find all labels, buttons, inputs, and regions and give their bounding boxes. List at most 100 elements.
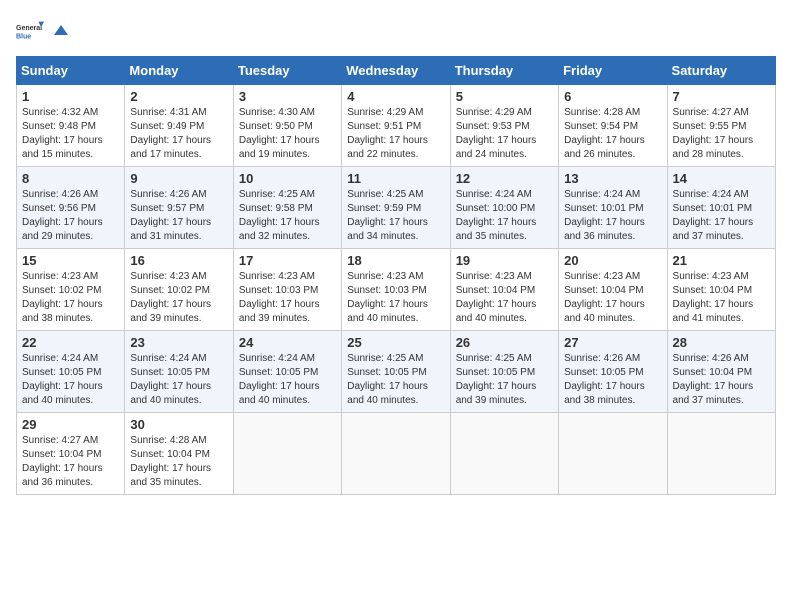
day-info: Sunrise: 4:30 AMSunset: 9:50 PMDaylight:… (239, 106, 336, 162)
day-number: 5 (456, 89, 553, 104)
day-info: Sunrise: 4:25 AMSunset: 9:59 PMDaylight:… (347, 188, 444, 244)
day-info: Sunrise: 4:28 AMSunset: 10:04 PMDaylight… (130, 434, 227, 490)
calendar-day-cell: 22Sunrise: 4:24 AMSunset: 10:05 PMDaylig… (17, 331, 125, 413)
day-info: Sunrise: 4:24 AMSunset: 10:00 PMDaylight… (456, 188, 553, 244)
day-info: Sunrise: 4:31 AMSunset: 9:49 PMDaylight:… (130, 106, 227, 162)
day-info: Sunrise: 4:25 AMSunset: 10:05 PMDaylight… (456, 352, 553, 408)
calendar-header-thursday: Thursday (450, 57, 558, 85)
day-info: Sunrise: 4:28 AMSunset: 9:54 PMDaylight:… (564, 106, 661, 162)
day-number: 20 (564, 253, 661, 268)
day-info: Sunrise: 4:23 AMSunset: 10:04 PMDaylight… (673, 270, 770, 326)
day-info: Sunrise: 4:29 AMSunset: 9:51 PMDaylight:… (347, 106, 444, 162)
logo: General Blue (16, 16, 68, 44)
day-number: 18 (347, 253, 444, 268)
svg-text:General: General (16, 25, 42, 32)
calendar-day-cell: 29 Sunrise: 4:27 AMSunset: 10:04 PMDaylig… (17, 413, 125, 495)
empty-cell (233, 413, 341, 495)
day-info: Sunrise: 4:23 AMSunset: 10:02 PMDaylight… (130, 270, 227, 326)
calendar-day-cell: 26 Sunrise: 4:25 AMSunset: 10:05 PMDaylig… (450, 331, 558, 413)
day-number: 13 (564, 171, 661, 186)
day-number: 26 (456, 335, 553, 350)
calendar-day-cell: 28Sunrise: 4:26 AMSunset: 10:04 PMDaylig… (667, 331, 775, 413)
calendar-week-row: 1Sunrise: 4:32 AMSunset: 9:48 PMDaylight… (17, 85, 776, 167)
day-info: Sunrise: 4:25 AMSunset: 9:58 PMDaylight:… (239, 188, 336, 244)
day-number: 17 (239, 253, 336, 268)
day-number: 2 (130, 89, 227, 104)
day-number: 30 (130, 417, 227, 432)
calendar-header-monday: Monday (125, 57, 233, 85)
calendar-day-cell: 18 Sunrise: 4:23 AMSunset: 10:03 PMDaylig… (342, 249, 450, 331)
day-number: 1 (22, 89, 119, 104)
logo-triangle-icon (50, 21, 68, 39)
empty-cell (559, 413, 667, 495)
calendar-day-cell: 27Sunrise: 4:26 AMSunset: 10:05 PMDaylig… (559, 331, 667, 413)
day-number: 8 (22, 171, 119, 186)
day-info: Sunrise: 4:26 AMSunset: 9:56 PMDaylight:… (22, 188, 119, 244)
day-info: Sunrise: 4:29 AMSunset: 9:53 PMDaylight:… (456, 106, 553, 162)
calendar-table: SundayMondayTuesdayWednesdayThursdayFrid… (16, 56, 776, 495)
day-info: Sunrise: 4:27 AMSunset: 10:04 PMDaylight… (22, 434, 119, 490)
calendar-day-cell: 25Sunrise: 4:25 AMSunset: 10:05 PMDaylig… (342, 331, 450, 413)
day-number: 23 (130, 335, 227, 350)
calendar-header-saturday: Saturday (667, 57, 775, 85)
day-info: Sunrise: 4:24 AMSunset: 10:01 PMDaylight… (673, 188, 770, 244)
calendar-day-cell: 19 Sunrise: 4:23 AMSunset: 10:04 PMDaylig… (450, 249, 558, 331)
day-number: 24 (239, 335, 336, 350)
day-number: 9 (130, 171, 227, 186)
day-number: 6 (564, 89, 661, 104)
day-info: Sunrise: 4:24 AMSunset: 10:05 PMDaylight… (239, 352, 336, 408)
day-info: Sunrise: 4:23 AMSunset: 10:02 PMDaylight… (22, 270, 119, 326)
calendar-day-cell: 7 Sunrise: 4:27 AMSunset: 9:55 PMDaylight… (667, 85, 775, 167)
svg-text:Blue: Blue (16, 33, 31, 40)
calendar-day-cell: 8 Sunrise: 4:26 AMSunset: 9:56 PMDaylight… (17, 167, 125, 249)
calendar-header-wednesday: Wednesday (342, 57, 450, 85)
day-number: 16 (130, 253, 227, 268)
empty-cell (450, 413, 558, 495)
calendar-week-row: 8 Sunrise: 4:26 AMSunset: 9:56 PMDaylight… (17, 167, 776, 249)
day-number: 7 (673, 89, 770, 104)
calendar-day-cell: 11 Sunrise: 4:25 AMSunset: 9:59 PMDayligh… (342, 167, 450, 249)
empty-cell (342, 413, 450, 495)
calendar-day-cell: 6 Sunrise: 4:28 AMSunset: 9:54 PMDaylight… (559, 85, 667, 167)
calendar-day-cell: 5 Sunrise: 4:29 AMSunset: 9:53 PMDaylight… (450, 85, 558, 167)
day-number: 22 (22, 335, 119, 350)
calendar-header-tuesday: Tuesday (233, 57, 341, 85)
calendar-header-row: SundayMondayTuesdayWednesdayThursdayFrid… (17, 57, 776, 85)
calendar-day-cell: 3 Sunrise: 4:30 AMSunset: 9:50 PMDaylight… (233, 85, 341, 167)
day-number: 19 (456, 253, 553, 268)
calendar-day-cell: 15 Sunrise: 4:23 AMSunset: 10:02 PMDaylig… (17, 249, 125, 331)
day-info: Sunrise: 4:27 AMSunset: 9:55 PMDaylight:… (673, 106, 770, 162)
day-info: Sunrise: 4:26 AMSunset: 10:05 PMDaylight… (564, 352, 661, 408)
day-info: Sunrise: 4:24 AMSunset: 10:01 PMDaylight… (564, 188, 661, 244)
day-info: Sunrise: 4:23 AMSunset: 10:04 PMDaylight… (456, 270, 553, 326)
day-number: 11 (347, 171, 444, 186)
logo-icon: General Blue (16, 16, 44, 44)
calendar-day-cell: 17 Sunrise: 4:23 AMSunset: 10:03 PMDaylig… (233, 249, 341, 331)
calendar-day-cell: 2 Sunrise: 4:31 AMSunset: 9:49 PMDaylight… (125, 85, 233, 167)
calendar-week-row: 22 Sunrise: 4:24 AMSunset: 10:05 PMDaylig… (17, 331, 776, 413)
calendar-day-cell: 13 Sunrise: 4:24 AMSunset: 10:01 PMDaylig… (559, 167, 667, 249)
day-number: 15 (22, 253, 119, 268)
calendar-day-cell: 23Sunrise: 4:24 AMSunset: 10:05 PMDaylig… (125, 331, 233, 413)
day-info: Sunrise: 4:23 AMSunset: 10:03 PMDaylight… (347, 270, 444, 326)
day-number: 3 (239, 89, 336, 104)
day-number: 29 (22, 417, 119, 432)
page-header: General Blue (16, 16, 776, 44)
calendar-day-cell: 24 Sunrise: 4:24 AMSunset: 10:05 PMDaylig… (233, 331, 341, 413)
calendar-day-cell: 14 Sunrise: 4:24 AMSunset: 10:01 PMDaylig… (667, 167, 775, 249)
calendar-day-cell: 16 Sunrise: 4:23 AMSunset: 10:02 PMDaylig… (125, 249, 233, 331)
day-number: 14 (673, 171, 770, 186)
empty-cell (667, 413, 775, 495)
day-info: Sunrise: 4:23 AMSunset: 10:03 PMDaylight… (239, 270, 336, 326)
calendar-day-cell: 20 Sunrise: 4:23 AMSunset: 10:04 PMDaylig… (559, 249, 667, 331)
day-info: Sunrise: 4:23 AMSunset: 10:04 PMDaylight… (564, 270, 661, 326)
calendar-header-friday: Friday (559, 57, 667, 85)
calendar-day-cell: 10 Sunrise: 4:25 AMSunset: 9:58 PMDayligh… (233, 167, 341, 249)
calendar-header-sunday: Sunday (17, 57, 125, 85)
day-number: 10 (239, 171, 336, 186)
day-number: 25 (347, 335, 444, 350)
day-number: 28 (673, 335, 770, 350)
calendar-day-cell: 1Sunrise: 4:32 AMSunset: 9:48 PMDaylight… (17, 85, 125, 167)
calendar-day-cell: 30 Sunrise: 4:28 AMSunset: 10:04 PMDaylig… (125, 413, 233, 495)
calendar-day-cell: 12Sunrise: 4:24 AMSunset: 10:00 PMDaylig… (450, 167, 558, 249)
